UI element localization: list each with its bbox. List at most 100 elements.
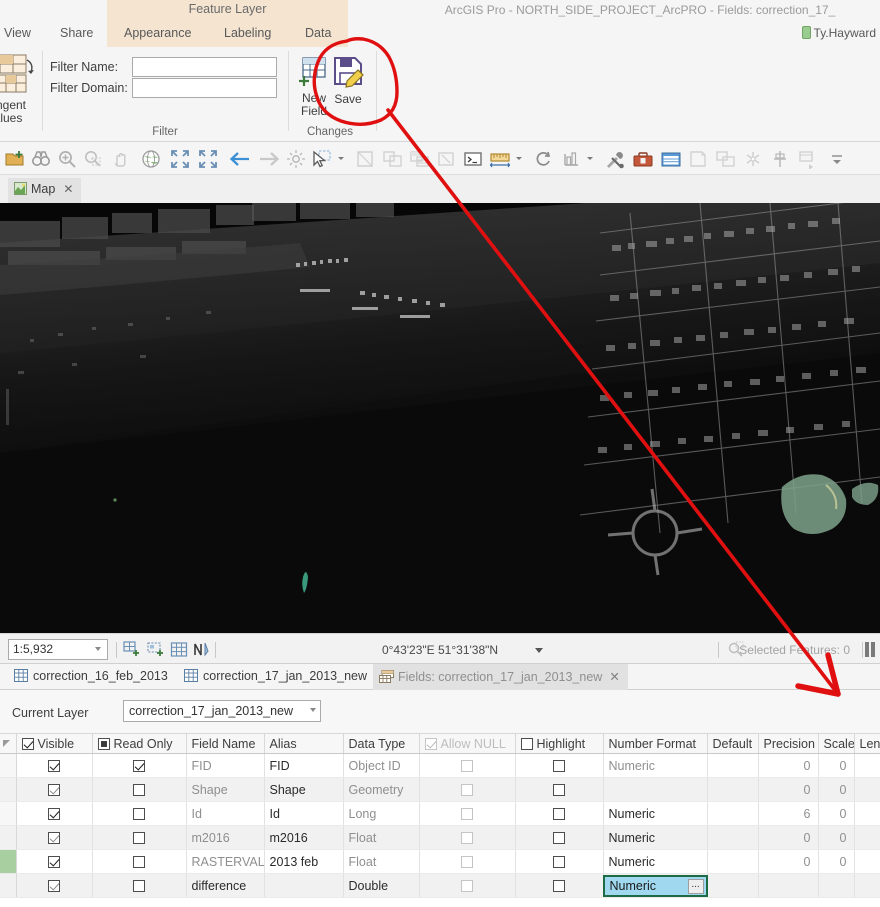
- cell-precision[interactable]: 0: [758, 777, 819, 802]
- column-header-length[interactable]: Length: [854, 733, 880, 754]
- column-header-precision[interactable]: Precision: [758, 733, 819, 754]
- row-selector[interactable]: [0, 753, 17, 778]
- cell-highlight[interactable]: [515, 801, 604, 826]
- cell-allow-null[interactable]: [419, 873, 516, 898]
- visible-header-checkbox[interactable]: [21, 737, 34, 750]
- cell-scale[interactable]: 0: [818, 777, 855, 802]
- highlight-checkbox[interactable]: [553, 783, 565, 796]
- allow-null-checkbox[interactable]: [461, 831, 473, 844]
- overflow-icon[interactable]: [827, 149, 847, 169]
- visible-checkbox[interactable]: [48, 807, 60, 820]
- cell-scale[interactable]: [818, 873, 855, 898]
- allow-null-checkbox[interactable]: [461, 855, 473, 868]
- cell-scale[interactable]: 0: [818, 825, 855, 850]
- previous-extent-icon[interactable]: [228, 149, 249, 169]
- cell-field-name[interactable]: RASTERVALU: [186, 849, 265, 874]
- zoom-in-icon[interactable]: [57, 149, 77, 169]
- save-button[interactable]: Save: [325, 53, 371, 106]
- cell-default[interactable]: [707, 825, 759, 850]
- cell-visible[interactable]: [16, 849, 93, 874]
- zoom-to-selection-icon[interactable]: [436, 149, 456, 169]
- full-extent-icon[interactable]: [198, 149, 218, 169]
- cell-read-only[interactable]: [92, 825, 187, 850]
- cell-default[interactable]: [707, 873, 759, 898]
- row-selector[interactable]: [0, 849, 17, 874]
- cell-visible[interactable]: [16, 801, 93, 826]
- cell-visible[interactable]: [16, 825, 93, 850]
- fields-grid[interactable]: Visible Read Only Field Name Alias Data …: [0, 733, 880, 907]
- allow-null-header-checkbox[interactable]: [424, 737, 437, 750]
- chart-icon[interactable]: [562, 149, 582, 169]
- locate-icon[interactable]: [286, 149, 306, 169]
- explore-globe-icon[interactable]: [141, 149, 161, 169]
- highlight-checkbox[interactable]: [553, 831, 565, 844]
- bottom-tab-correction-16-feb-2013[interactable]: correction_16_feb_2013: [8, 664, 176, 690]
- pan-icon[interactable]: [110, 149, 130, 169]
- cell-allow-null[interactable]: [419, 825, 516, 850]
- ribbon-tab-view[interactable]: View: [4, 26, 31, 40]
- cell-data-type[interactable]: Float: [343, 849, 420, 874]
- cell-default[interactable]: [707, 777, 759, 802]
- cell-allow-null[interactable]: [419, 777, 516, 802]
- cell-number-format[interactable]: Numeric: [603, 825, 708, 850]
- cell-precision[interactable]: [758, 873, 819, 898]
- cell-precision[interactable]: 0: [758, 753, 819, 778]
- cell-alias[interactable]: [264, 873, 344, 898]
- user-account-badge[interactable]: Ty.Hayward: [801, 26, 876, 40]
- compare-icon[interactable]: [715, 149, 735, 169]
- select-zoom-icon[interactable]: [83, 149, 103, 169]
- cell-alias[interactable]: FID: [264, 753, 344, 778]
- ribbon-tab-share[interactable]: Share: [60, 26, 93, 40]
- cell-highlight[interactable]: [515, 849, 604, 874]
- row-selector[interactable]: [0, 825, 17, 850]
- cell-length[interactable]: [854, 753, 880, 778]
- export-icon[interactable]: [797, 149, 817, 170]
- bottom-tab-fields-correction-17-jan-2013-new[interactable]: Fields: correction_17_jan_2013_new ✕: [373, 664, 628, 690]
- table-row[interactable]: FID FID Object ID Numeric 0 0: [0, 753, 880, 778]
- row-selector[interactable]: [0, 873, 17, 898]
- row-selector[interactable]: [0, 777, 17, 802]
- allow-null-checkbox[interactable]: [461, 783, 473, 796]
- cell-read-only[interactable]: [92, 873, 187, 898]
- cell-data-type[interactable]: Double: [343, 873, 420, 898]
- read-only-checkbox[interactable]: [133, 759, 145, 772]
- table-row[interactable]: difference Double Numeric...: [0, 873, 880, 898]
- cell-number-format[interactable]: Numeric: [603, 801, 708, 826]
- cell-visible[interactable]: [16, 753, 93, 778]
- infographics-icon[interactable]: [742, 149, 762, 169]
- read-only-checkbox[interactable]: [133, 831, 145, 844]
- highlight-header-checkbox[interactable]: [520, 737, 533, 750]
- cell-data-type[interactable]: Object ID: [343, 753, 420, 778]
- contingent-values-button[interactable]: tingent alues: [0, 51, 44, 129]
- column-header-highlight[interactable]: Highlight: [515, 733, 604, 754]
- visible-checkbox[interactable]: [48, 831, 60, 844]
- cell-scale[interactable]: 0: [818, 753, 855, 778]
- pause-drawing-button[interactable]: [863, 642, 875, 660]
- chart-chevron-down-icon[interactable]: [587, 157, 593, 160]
- cell-highlight[interactable]: [515, 753, 604, 778]
- cell-alias[interactable]: Shape: [264, 777, 344, 802]
- cell-precision[interactable]: 0: [758, 849, 819, 874]
- cell-highlight[interactable]: [515, 825, 604, 850]
- cell-field-name[interactable]: m2016: [186, 825, 265, 850]
- column-header-rowselector[interactable]: [0, 733, 17, 754]
- table-row[interactable]: Id Id Long Numeric 6 0: [0, 801, 880, 826]
- cell-allow-null[interactable]: [419, 753, 516, 778]
- close-icon[interactable]: ✕: [63, 182, 73, 196]
- read-only-checkbox[interactable]: [133, 807, 145, 820]
- cell-default[interactable]: [707, 753, 759, 778]
- column-header-read-only[interactable]: Read Only: [92, 733, 187, 754]
- highlight-checkbox[interactable]: [553, 879, 565, 892]
- cell-length[interactable]: [854, 873, 880, 898]
- filter-domain-input[interactable]: [132, 78, 277, 98]
- table-row[interactable]: Shape Shape Geometry 0 0: [0, 777, 880, 802]
- cell-read-only[interactable]: [92, 753, 187, 778]
- cell-field-name[interactable]: FID: [186, 753, 265, 778]
- visible-checkbox[interactable]: [48, 855, 60, 868]
- row-selector[interactable]: [0, 801, 17, 826]
- cell-number-format[interactable]: Numeric: [603, 753, 708, 778]
- table-row[interactable]: RASTERVALU 2013 feb Float Numeric 0 0: [0, 849, 880, 874]
- cell-allow-null[interactable]: [419, 849, 516, 874]
- select-tool-chevron-down-icon[interactable]: [338, 157, 344, 160]
- column-header-default[interactable]: Default: [707, 733, 759, 754]
